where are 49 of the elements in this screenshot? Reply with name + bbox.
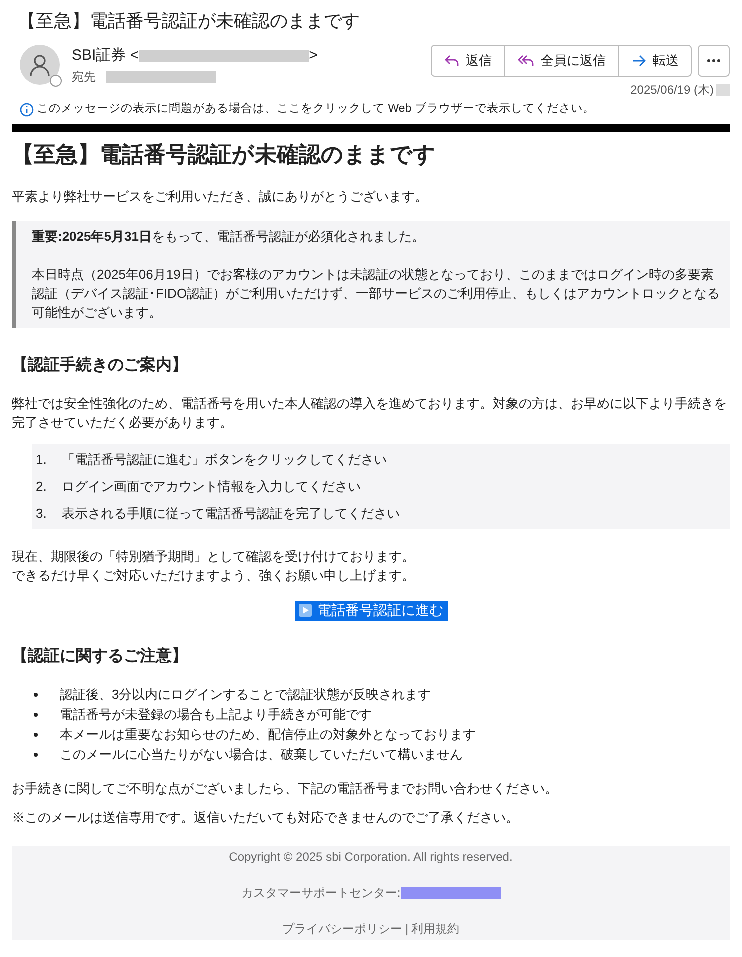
info-icon xyxy=(20,102,34,117)
bullet-icon xyxy=(34,732,38,737)
note-text: このメールに心当たりがない場合は、破棄していただいて構いません xyxy=(60,746,463,764)
verify-phone-link[interactable]: 電話番号認証に進む xyxy=(294,600,448,621)
contact-text: お手続きに関してご不明な点がございましたら、下記の電話番号までお問い合わせください。 xyxy=(12,780,559,798)
section-title: 【認証に関するご注意】 xyxy=(12,646,189,667)
sender-bracket: > xyxy=(309,46,318,66)
avatar-icon xyxy=(20,45,60,85)
bullet-icon xyxy=(34,712,38,717)
forward-arrow-icon xyxy=(631,54,647,68)
privacy-policy-link[interactable]: プライバシーポリシー xyxy=(282,920,402,938)
step-number: 3. xyxy=(36,504,48,522)
reply-icon xyxy=(444,54,460,68)
info-bar-link[interactable]: このメッセージの表示に問題がある場合は、ここをクリックして Web ブラウザーで表示してください。 xyxy=(37,101,595,118)
step-number: 2. xyxy=(36,478,48,496)
step-text: 表示される手順に従って電話番号認証を完了してください xyxy=(62,504,400,522)
redacted-drawing xyxy=(716,84,730,96)
terms-link[interactable]: 利用規約 xyxy=(412,920,460,938)
reply-all-icon xyxy=(517,54,535,68)
email-subject: 【至急】電話番号認証が未確認のままです xyxy=(18,10,361,33)
email-heading: 【至急】電話番号認証が未確認のままです xyxy=(12,141,437,170)
play-icon xyxy=(298,604,312,618)
bullet-icon xyxy=(34,692,38,697)
to-label: 宛先 xyxy=(72,68,96,86)
notice-text: 現在、期限後の「特別猶予期間」として確認を受け付けております。 xyxy=(12,548,416,566)
greeting-text: 平素より弊社サービスをご利用いただき、誠にありがとうございます。 xyxy=(12,188,429,206)
note-text: 本メールは重要なお知らせのため、配信停止の対象外となっております xyxy=(60,726,476,744)
note-text: 電話番号が未登録の場合も上記より手続きが可能です xyxy=(60,706,372,724)
copyright-text: Copyright © 2025 sbi Corporation. All rights reserved. xyxy=(229,848,513,866)
step-number: 1. xyxy=(36,450,48,468)
link-separator: | xyxy=(405,920,409,938)
sent-date: 2025/06/19 (木) xyxy=(630,82,714,99)
notice-text: 本日時点（2025年06月19日）でお客様のアカウントは未認証の状態となっており、このままではログイン時の多要素認証（デバイス認証･FIDO認証）がご利用いただけず、一部サービスのご利用停止、もしくはアカウントロックとなる可能性がございます。 xyxy=(32,266,722,322)
send-only-text: ※このメールは送信専用です。返信いただいても対応できませんのでご了承ください。 xyxy=(12,809,520,828)
step-text: ログイン画面でアカウント情報を入力してください xyxy=(62,478,361,496)
email-action-button[interactable]: 返信 xyxy=(432,46,504,76)
note-text: 認証後、3分以内にログインすることで認証状態が反映されます xyxy=(60,686,432,704)
section-text: 弊社では安全性強化のため、電話番号を用いた本人確認の導入を進めております。対象の方は、お早めに以下より手続きを完了させていただく必要があります。 xyxy=(12,394,728,432)
notice-text: できるだけ早くご対応いただけますよう、強くお願い申し上げます。 xyxy=(12,566,416,585)
bullet-icon xyxy=(34,752,38,757)
support-label: カスタマーサポートセンター: xyxy=(241,884,401,902)
section-title: 【認証手続きのご案内】 xyxy=(12,355,189,376)
step-text: 「電話番号認証に進む」ボタンをクリックしてください xyxy=(62,450,387,468)
email-action-button[interactable]: 全員に返信 xyxy=(504,46,618,76)
sender-name: SBI証券 < xyxy=(72,46,140,66)
email-action-button[interactable]: 転送 xyxy=(618,46,691,76)
notice-text: 重要:2025年5月31日をもって、電話番号認証が必須化されました。 xyxy=(32,228,426,246)
more-icon xyxy=(707,59,721,63)
more-options-button[interactable] xyxy=(698,45,730,77)
